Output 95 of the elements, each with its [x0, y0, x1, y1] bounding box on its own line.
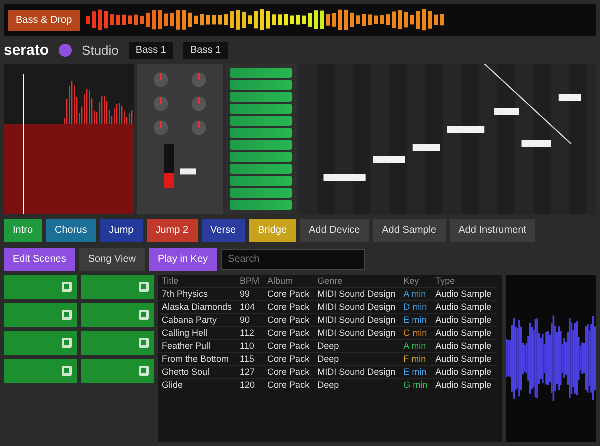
table-cell: Deep: [314, 340, 400, 352]
deck-label[interactable]: Bass 1: [128, 42, 174, 58]
column-header[interactable]: Album: [264, 275, 314, 288]
key-cell: A min: [400, 288, 432, 300]
column-header[interactable]: Genre: [314, 275, 400, 288]
action-button[interactable]: Add Sample: [373, 218, 446, 242]
knob-icon[interactable]: [153, 96, 169, 112]
table-cell: Core Pack: [264, 352, 314, 366]
table-cell: MIDI Sound Design: [314, 366, 400, 378]
play-in-key-button[interactable]: Play in Key: [149, 248, 218, 270]
table-cell: Core Pack: [264, 300, 314, 314]
table-cell: Audio Sample: [432, 288, 496, 300]
table-cell: MIDI Sound Design: [314, 314, 400, 326]
clip-icon: [62, 282, 72, 292]
clip-icon: [62, 338, 72, 348]
clip-icon: [62, 366, 72, 376]
knob-icon[interactable]: [191, 96, 207, 112]
table-cell: MIDI Sound Design: [314, 326, 400, 340]
knob-icon[interactable]: [153, 120, 169, 136]
knob-icon[interactable]: [191, 72, 207, 88]
table-cell: 99: [236, 288, 264, 300]
table-cell: Glide: [158, 378, 236, 391]
key-cell: G min: [400, 378, 432, 391]
table-cell: MIDI Sound Design: [314, 300, 400, 314]
clip-slot[interactable]: [4, 275, 77, 299]
clip-icon: [62, 310, 72, 320]
volume-meter: [164, 144, 174, 188]
logo-badge-icon: [59, 44, 72, 56]
table-cell: Audio Sample: [432, 352, 496, 366]
table-cell: 112: [236, 326, 264, 340]
edit-scenes-button[interactable]: Edit Scenes: [4, 248, 76, 270]
column-header[interactable]: BPM: [236, 275, 264, 288]
clip-icon: [139, 310, 149, 320]
clip-icon: [139, 338, 149, 348]
track-label[interactable]: Bass 1: [183, 42, 228, 58]
scene-button[interactable]: Chorus: [46, 218, 96, 242]
key-cell: F min: [400, 352, 432, 366]
key-cell: C min: [400, 326, 432, 340]
table-cell: Audio Sample: [432, 326, 496, 340]
search-field[interactable]: Search: [221, 248, 366, 270]
key-cell: E min: [400, 314, 432, 326]
clip-slot[interactable]: [81, 275, 154, 299]
clip-slot[interactable]: [81, 359, 154, 383]
table-cell: Audio Sample: [432, 300, 496, 314]
table-cell: 120: [236, 378, 264, 391]
action-button[interactable]: Add Instrument: [450, 218, 536, 242]
column-header[interactable]: Type: [432, 275, 496, 288]
table-cell: 115: [236, 352, 264, 366]
table-cell: Core Pack: [264, 326, 314, 340]
table-cell: Core Pack: [264, 378, 314, 391]
key-cell: D min: [400, 300, 432, 314]
clip-slot[interactable]: [4, 303, 77, 327]
table-cell: Core Pack: [264, 366, 314, 378]
table-cell: Audio Sample: [432, 378, 496, 391]
table-cell: 7th Physics: [158, 288, 236, 300]
column-header[interactable]: Title: [158, 275, 236, 288]
clip-slot[interactable]: [81, 331, 154, 355]
clip-slot[interactable]: [81, 303, 154, 327]
product-name: Studio: [82, 42, 119, 58]
key-cell: A min: [400, 340, 432, 352]
table-cell: Calling Hell: [158, 326, 236, 340]
clip-icon: [139, 366, 149, 376]
table-cell: Audio Sample: [432, 314, 496, 326]
table-cell: Deep: [314, 352, 400, 366]
table-cell: 104: [236, 300, 264, 314]
clip-slot[interactable]: [4, 359, 77, 383]
table-cell: Alaska Diamonds: [158, 300, 236, 314]
clip-icon: [139, 282, 149, 292]
table-cell: MIDI Sound Design: [314, 288, 400, 300]
table-cell: Audio Sample: [432, 366, 496, 378]
key-cell: E min: [400, 366, 432, 378]
table-cell: Cabana Party: [158, 314, 236, 326]
table-cell: 90: [236, 314, 264, 326]
scene-button[interactable]: Intro: [4, 218, 42, 242]
column-header[interactable]: Key: [400, 275, 432, 288]
table-cell: 127: [236, 366, 264, 378]
scene-button[interactable]: Jump: [100, 218, 143, 242]
logo-text: serato: [4, 42, 50, 58]
table-cell: Ghetto Soul: [158, 366, 236, 378]
clip-label[interactable]: Bass & Drop: [8, 10, 80, 30]
table-cell: Deep: [314, 378, 400, 391]
action-button[interactable]: Add Device: [300, 218, 370, 242]
knob-icon[interactable]: [191, 120, 207, 136]
table-cell: Core Pack: [264, 288, 314, 300]
scene-button[interactable]: Verse: [202, 218, 246, 242]
table-cell: Core Pack: [264, 340, 314, 352]
table-cell: 110: [236, 340, 264, 352]
table-cell: Core Pack: [264, 314, 314, 326]
table-cell: Audio Sample: [432, 340, 496, 352]
clip-slot[interactable]: [4, 331, 77, 355]
table-cell: Feather Pull: [158, 340, 236, 352]
table-cell: From the Bottom: [158, 352, 236, 366]
scene-button[interactable]: Jump 2: [146, 218, 198, 242]
knob-icon[interactable]: [153, 72, 169, 88]
view-button[interactable]: Song View: [79, 248, 146, 270]
